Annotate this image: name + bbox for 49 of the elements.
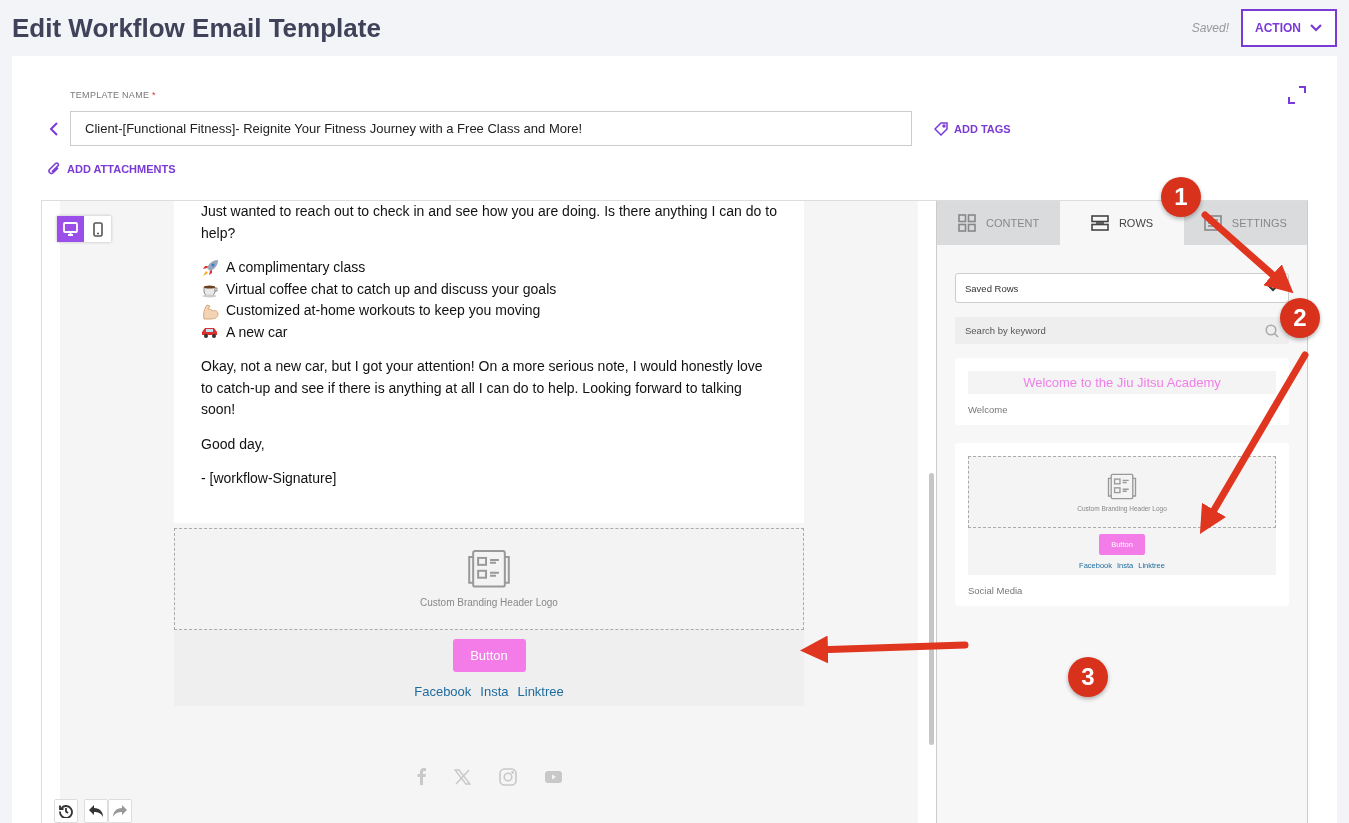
undo-button[interactable] [84,799,108,823]
tag-icon [934,121,948,136]
list-item-text: Virtual coffee chat to catch up and discuss your goals [226,279,557,299]
saved-row-card[interactable]: Welcome to the Jiu Jitsu Academy Welcome [955,358,1289,425]
social-link[interactable]: Linktree [517,683,564,699]
row-name: Social Media [968,585,1024,596]
chevron-down-icon [1309,23,1323,33]
email-paragraph: Okay, not a new car, but I got your attention! On a more serious note, I would honestly love to catch-up and see if there is anything at all I can do to help. Looking forward to talking soon! [201,357,764,419]
email-paragraph: - [workflow-Signature] [201,469,338,488]
logo-caption: Custom Branding Header Logo [420,596,558,608]
social-link[interactable]: Insta [480,683,509,699]
row-name: Welcome [968,404,1009,415]
action-button[interactable]: ACTION [1241,9,1337,47]
email-paragraph: Just wanted to reach out to check in and see how you are doing. Is there anything I can do to help? [201,202,777,243]
undo-icon [88,804,104,818]
list-item-text: Customized at-home workouts to keep you moving [226,301,541,320]
expand-icon[interactable] [1288,86,1306,104]
flexed-arm-icon [201,301,219,320]
history-icon [59,804,73,818]
layout-icon [1107,472,1137,500]
phone-icon [92,221,103,237]
add-attachments-button[interactable]: ADD ATTACHMENTS [48,162,176,176]
social-link[interactable]: Facebook [414,683,472,699]
history-button[interactable] [54,799,78,823]
row-preview-heading: Welcome to the Jiu Jitsu Academy [968,371,1276,394]
grid-icon [958,214,977,232]
template-name-field[interactable]: Client-[Functional Fitness]- Reignite Your Fitness Journey with a Free Class and More! [70,111,912,146]
save-status: Saved! [1191,21,1229,35]
list-icon [1203,215,1222,231]
chevron-down-icon [1267,284,1279,292]
list-item-text: A complimentary class [226,258,366,277]
paperclip-icon [48,162,61,176]
list-item-text: A new car [226,322,288,342]
rows-icon [1090,215,1109,231]
search-icon [1265,324,1279,338]
search-field[interactable]: Search by keyword [955,317,1289,344]
layout-icon [467,549,511,589]
field-label: TEMPLATE NAME * [70,90,156,102]
scrollbar[interactable] [929,473,934,745]
mobile-view-button[interactable] [84,216,111,242]
rows-dropdown[interactable]: Saved Rows [955,273,1289,303]
monitor-icon [63,222,78,236]
add-tags-button[interactable]: ADD TAGS [934,121,1011,136]
redo-icon [112,804,128,818]
page-title: Edit Workflow Email Template [12,12,381,44]
rocket-icon [201,258,219,277]
back-icon[interactable] [49,121,59,136]
desktop-view-button[interactable] [57,216,84,242]
email-paragraph: Good day, [201,434,266,454]
